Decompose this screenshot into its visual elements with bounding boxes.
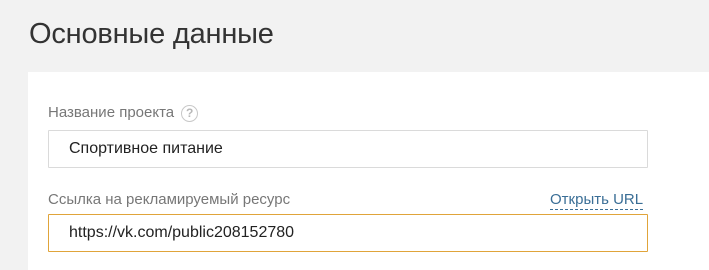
resource-url-label: Ссылка на рекламируемый ресурс xyxy=(48,191,291,208)
project-name-label: Название проекта ? xyxy=(48,104,199,122)
resource-url-input[interactable] xyxy=(48,214,648,252)
project-name-input[interactable] xyxy=(48,130,648,168)
page-title: Основные данные xyxy=(29,18,274,50)
question-circle-icon[interactable]: ? xyxy=(181,104,199,122)
basic-data-form: Название проекта ? Ссылка на рекламируем… xyxy=(28,72,709,270)
open-url-link[interactable]: Открыть URL xyxy=(550,191,644,210)
project-name-label-text: Название проекта xyxy=(48,104,175,121)
